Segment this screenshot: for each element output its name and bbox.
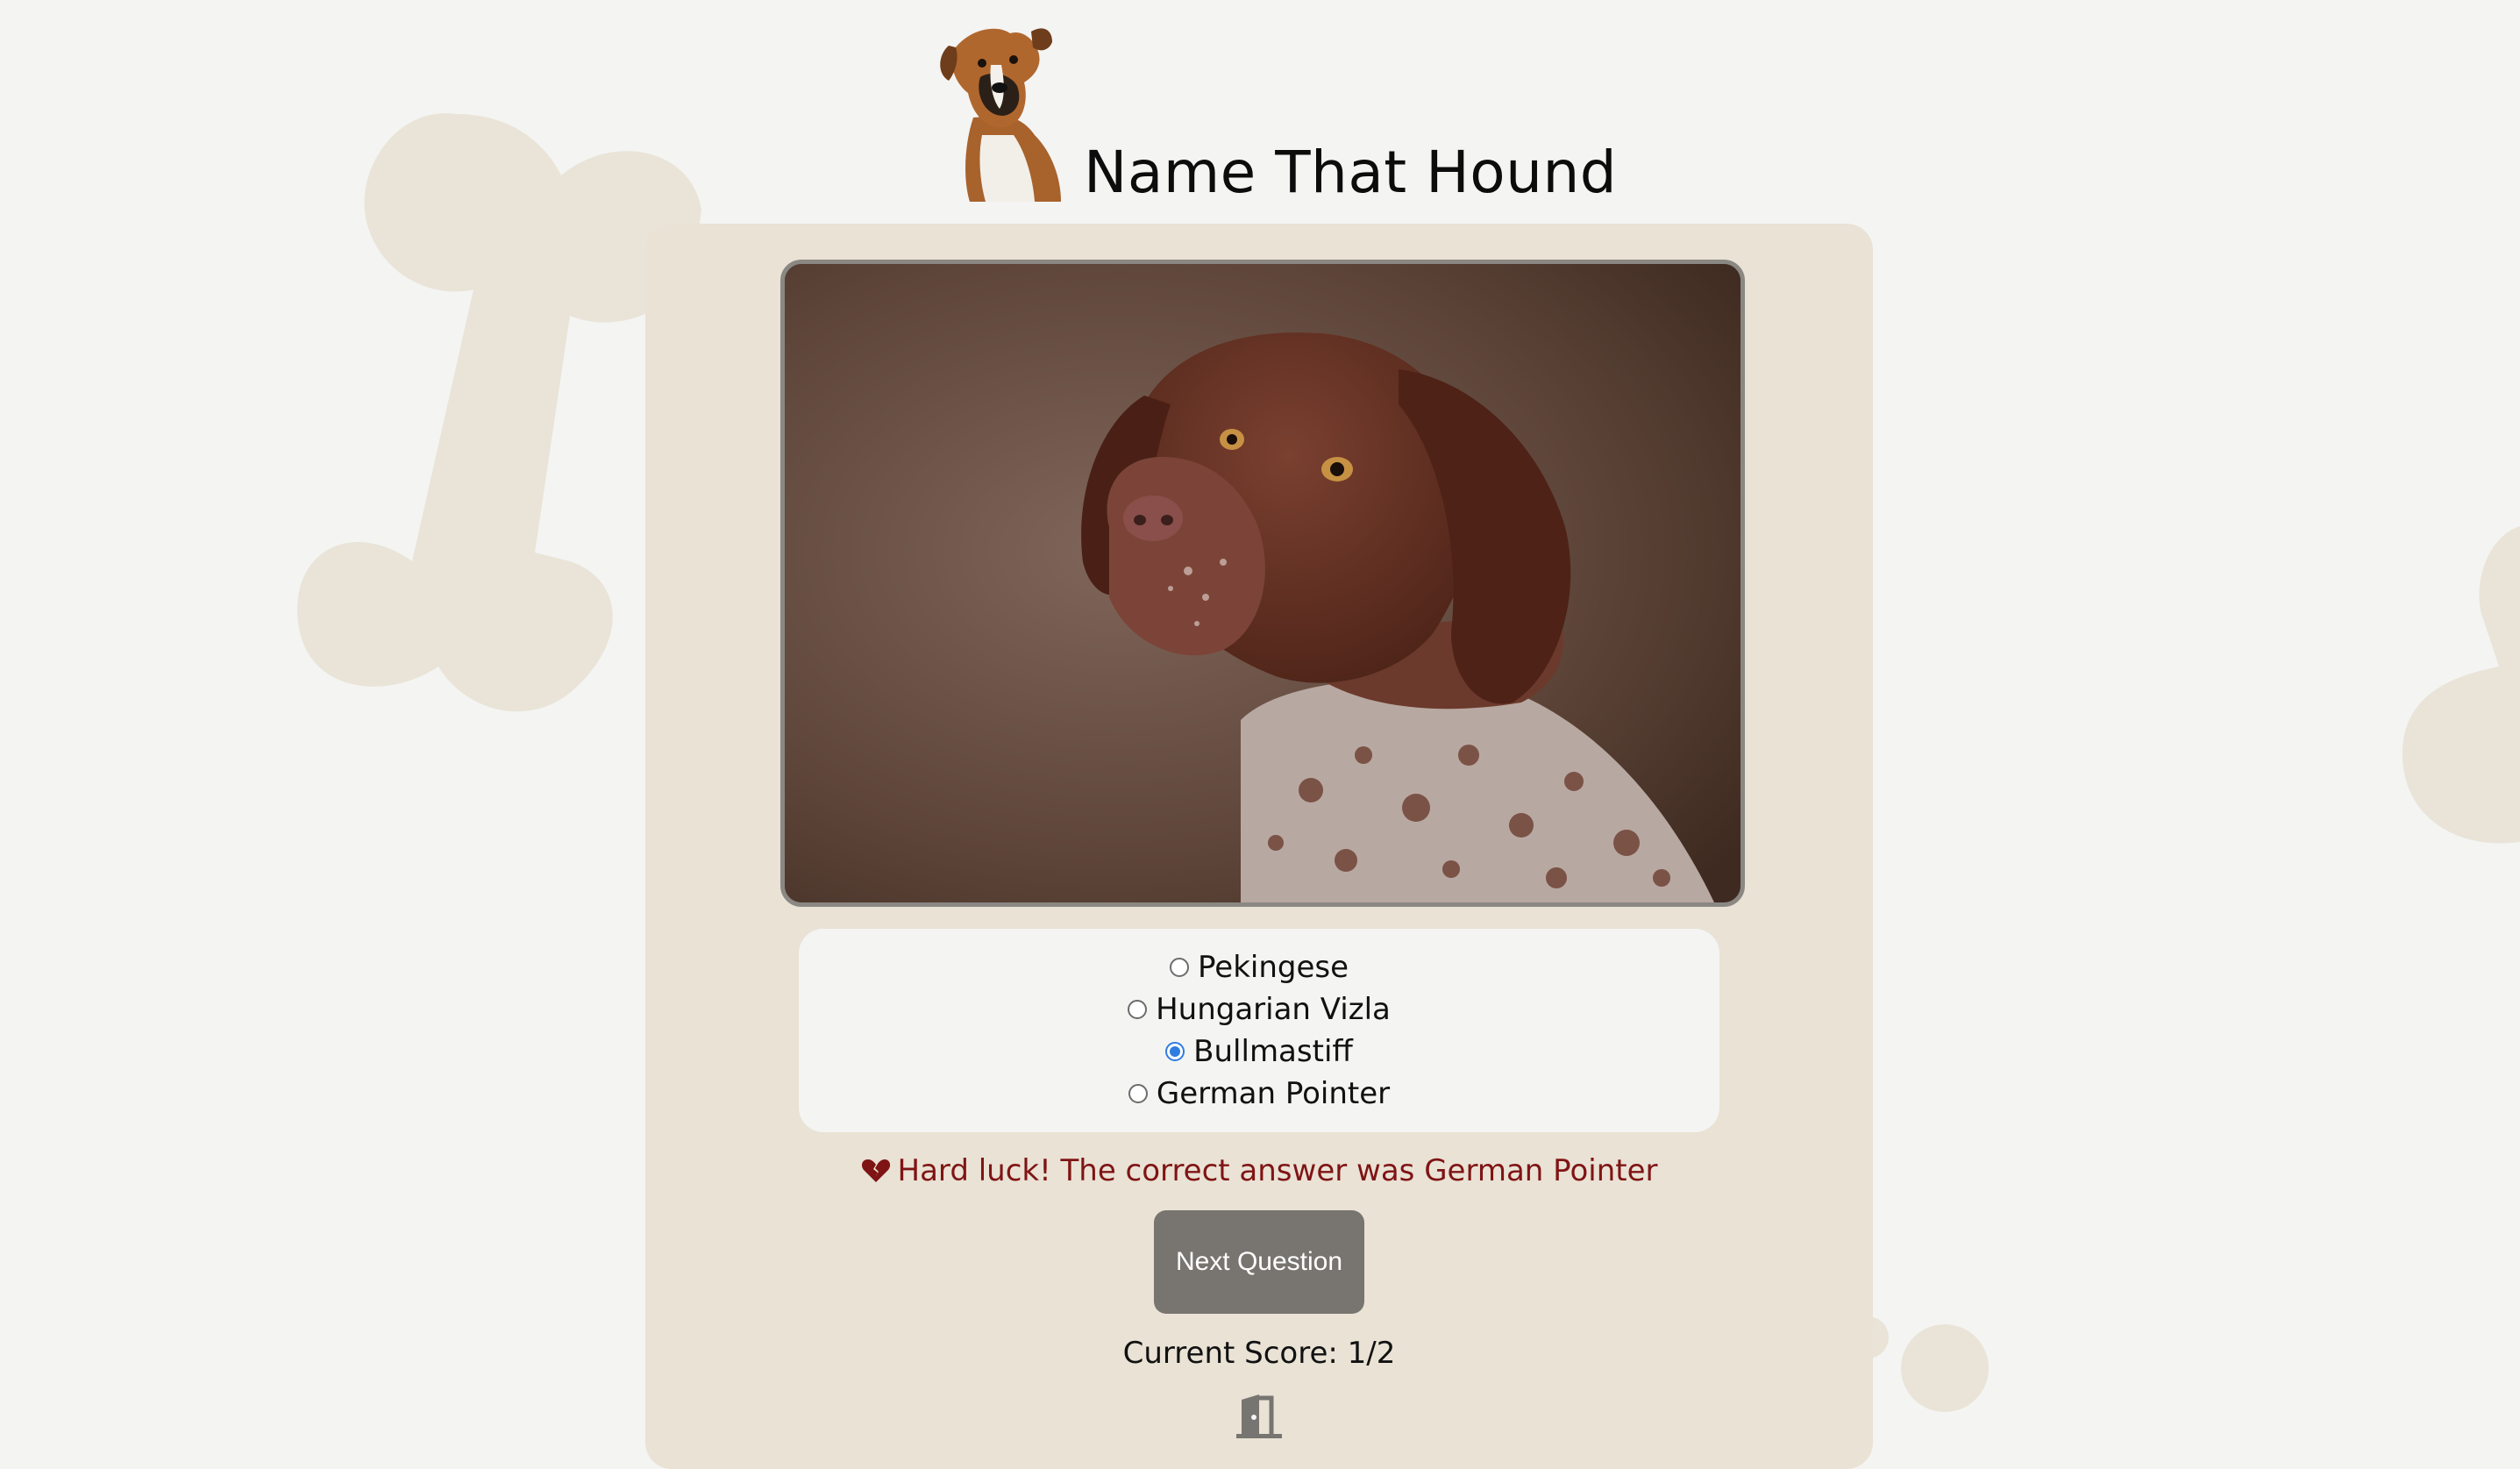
broken-heart-icon — [861, 1159, 890, 1182]
option-pekingese[interactable]: Pekingese — [799, 946, 1719, 988]
radio-pekingese[interactable] — [1169, 958, 1189, 977]
boxer-dog-logo — [940, 28, 1061, 202]
page-title: Name That Hound — [1084, 139, 1618, 206]
answer-options: Pekingese Hungarian Vizla Bullmastiff Ge… — [799, 929, 1719, 1132]
option-label: Bullmastiff — [1193, 1034, 1353, 1069]
next-question-button[interactable]: Next Question — [1154, 1210, 1364, 1314]
radio-hungarian-vizla[interactable] — [1128, 1000, 1148, 1019]
option-hungarian-vizla[interactable]: Hungarian Vizla — [799, 988, 1719, 1030]
option-bullmastiff[interactable]: Bullmastiff — [799, 1030, 1719, 1073]
dog-photo — [780, 260, 1745, 907]
option-label: Pekingese — [1197, 950, 1349, 985]
answer-feedback: Hard luck! The correct answer was German… — [645, 1149, 1873, 1193]
option-label: Hungarian Vizla — [1156, 992, 1391, 1027]
feedback-text: Hard luck! The correct answer was German… — [897, 1153, 1658, 1188]
app-header: Name That Hound — [929, 12, 1719, 216]
exit-door-icon[interactable] — [1233, 1393, 1285, 1438]
radio-german-pointer[interactable] — [1128, 1084, 1148, 1103]
option-german-pointer[interactable]: German Pointer — [799, 1073, 1719, 1115]
radio-bullmastiff[interactable] — [1165, 1042, 1185, 1061]
option-label: German Pointer — [1156, 1076, 1391, 1111]
current-score: Current Score: 1/2 — [1122, 1336, 1396, 1371]
